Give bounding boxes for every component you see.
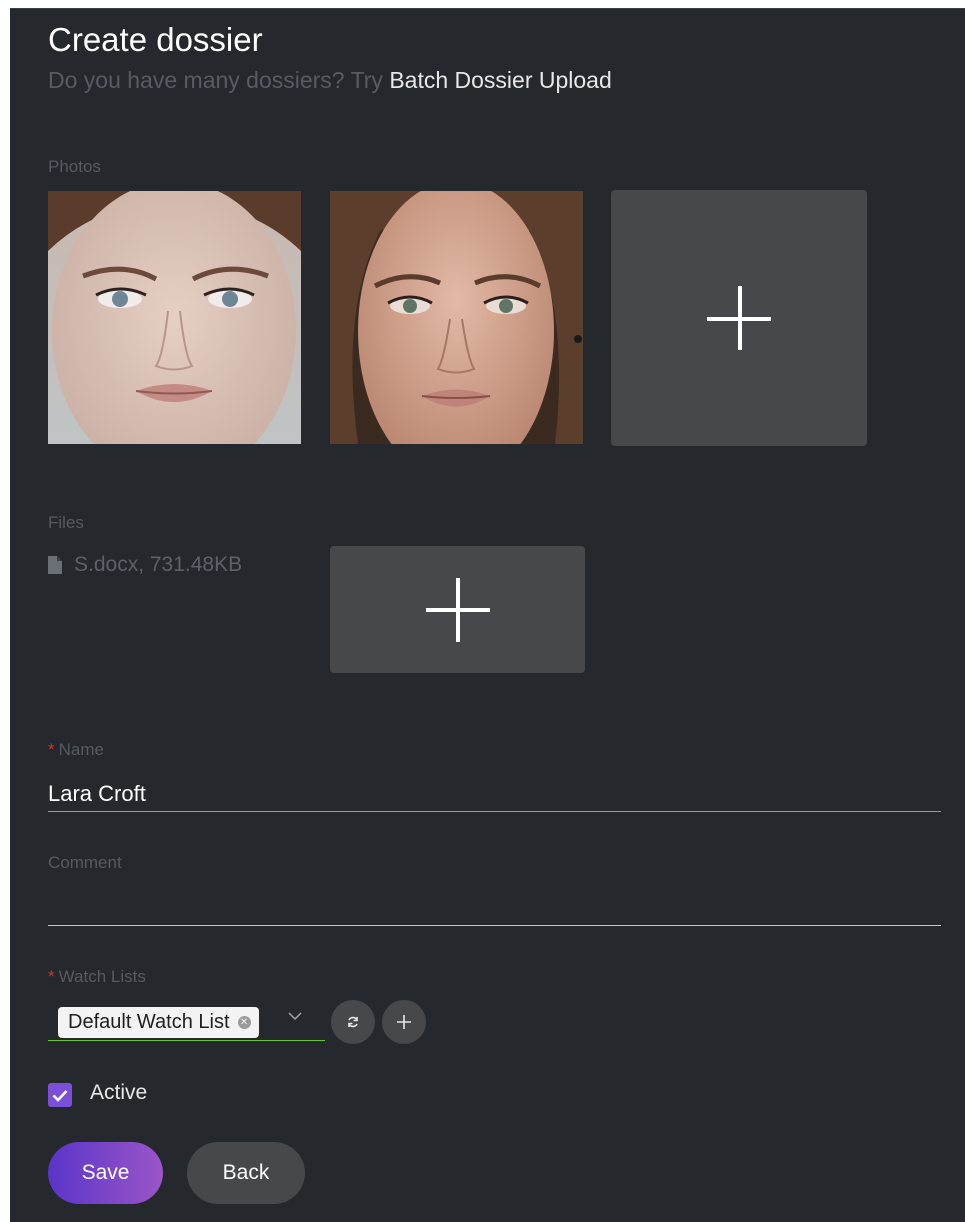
add-watch-list-button[interactable] bbox=[382, 1000, 426, 1044]
subtitle-text: Do you have many dossiers? Try bbox=[48, 67, 390, 93]
comment-label: Comment bbox=[48, 853, 122, 872]
file-icon bbox=[48, 556, 62, 574]
add-file-button[interactable] bbox=[330, 546, 585, 673]
files-label: Files bbox=[48, 513, 84, 532]
required-mark: * bbox=[48, 740, 55, 759]
save-button[interactable]: Save bbox=[48, 1142, 163, 1204]
photos-label: Photos bbox=[48, 157, 101, 176]
close-circle-icon[interactable]: ✕ bbox=[237, 1016, 251, 1029]
watch-list-chip-label: Default Watch List bbox=[68, 1011, 230, 1033]
face-photo-2[interactable] bbox=[330, 191, 583, 444]
face-photo-1[interactable] bbox=[48, 191, 301, 444]
active-label: Active bbox=[90, 1081, 148, 1104]
chevron-down-icon[interactable] bbox=[288, 1011, 302, 1021]
page-subtitle: Do you have many dossiers? Try Batch Dos… bbox=[48, 67, 612, 94]
plus-icon bbox=[397, 1015, 411, 1029]
name-label-text: Name bbox=[58, 740, 104, 759]
add-photo-button[interactable] bbox=[611, 190, 867, 446]
create-dossier-panel: Create dossier Do you have many dossiers… bbox=[10, 8, 965, 1222]
watch-list-chip: Default Watch List ✕ bbox=[58, 1007, 259, 1038]
file-item[interactable]: S.docx, 731.48KB bbox=[48, 553, 242, 577]
name-label: * Name bbox=[48, 740, 104, 760]
name-input-underline bbox=[48, 811, 941, 812]
required-mark: * bbox=[48, 967, 55, 986]
watch-lists-underline bbox=[48, 1040, 325, 1041]
back-button[interactable]: Back bbox=[187, 1142, 305, 1204]
refresh-icon bbox=[348, 1016, 358, 1028]
watch-lists-label: * Watch Lists bbox=[48, 967, 146, 987]
file-name: S.docx, 731.48KB bbox=[74, 553, 243, 576]
comment-input-underline bbox=[48, 925, 941, 926]
active-checkbox[interactable] bbox=[48, 1083, 72, 1107]
name-input[interactable]: Lara Croft bbox=[48, 781, 146, 807]
checkmark-icon bbox=[52, 1089, 68, 1102]
page-title: Create dossier bbox=[48, 21, 263, 58]
refresh-watch-lists-button[interactable] bbox=[331, 1000, 375, 1044]
batch-upload-link[interactable]: Batch Dossier Upload bbox=[389, 67, 611, 93]
comment-input[interactable] bbox=[48, 893, 941, 923]
watch-lists-label-text: Watch Lists bbox=[58, 967, 146, 986]
